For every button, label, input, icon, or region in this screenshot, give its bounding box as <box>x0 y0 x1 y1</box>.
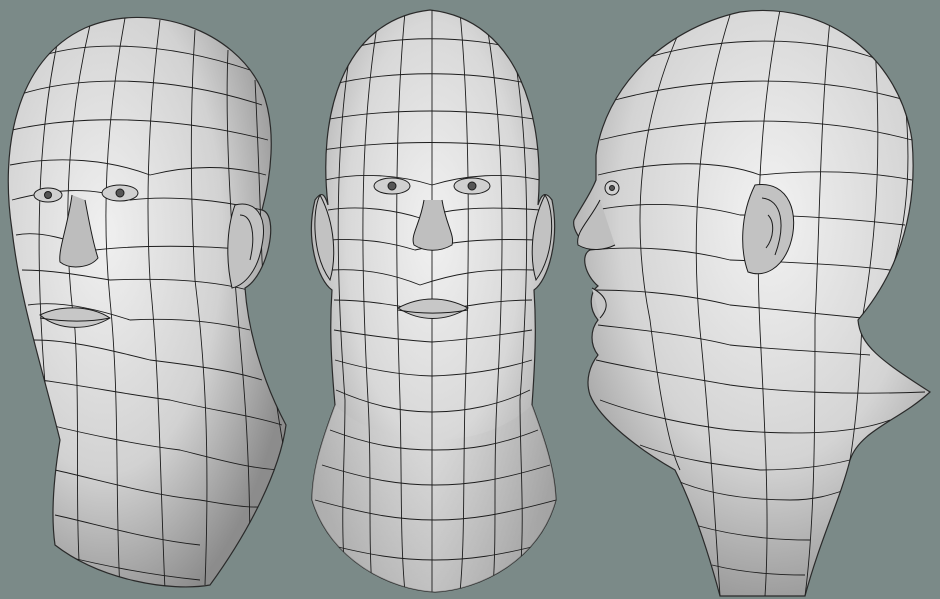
head-topology-illustration <box>7 9 931 597</box>
wireframe-render-canvas <box>0 0 940 599</box>
left-head-surface <box>7 16 287 588</box>
head-front-view <box>310 9 557 593</box>
head-profile-view <box>573 10 931 597</box>
head-three-quarter-view <box>7 16 287 588</box>
right-head-surface <box>573 10 931 597</box>
